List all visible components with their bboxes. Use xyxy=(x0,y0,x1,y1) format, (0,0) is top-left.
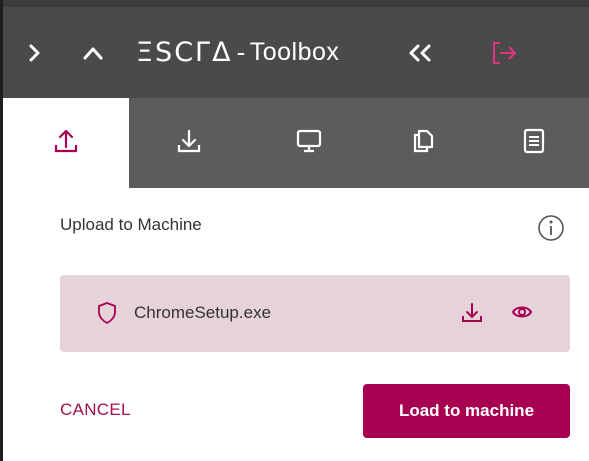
tab-upload[interactable] xyxy=(3,98,129,188)
upload-section-title: Upload to Machine xyxy=(60,215,202,234)
toolbox-title: ΞSCΓΔ - Toolbox xyxy=(136,7,339,98)
tab-logs[interactable] xyxy=(479,98,589,188)
shield-icon xyxy=(96,301,118,330)
toolbox-tabs xyxy=(3,98,589,188)
info-icon[interactable] xyxy=(536,213,566,248)
title-separator: - xyxy=(236,37,246,67)
escape-logo: ΞSCΓΔ xyxy=(136,37,233,68)
preview-eye-icon[interactable] xyxy=(511,303,533,326)
double-chevron-left-icon[interactable] xyxy=(405,7,435,98)
tab-download[interactable] xyxy=(129,98,249,188)
tab-clipboard[interactable] xyxy=(369,98,479,188)
toolbox-header: ΞSCΓΔ - Toolbox xyxy=(3,0,589,98)
toolbox-label: Toolbox xyxy=(249,38,340,66)
chevron-up-icon[interactable] xyxy=(78,7,108,98)
copy-icon xyxy=(410,127,438,160)
document-list-icon xyxy=(520,127,548,160)
cancel-button[interactable]: CANCEL xyxy=(60,400,131,420)
download-file-icon[interactable] xyxy=(460,301,484,330)
tab-machine[interactable] xyxy=(249,98,369,188)
monitor-icon xyxy=(295,127,323,160)
toolbox-panel: ΞSCΓΔ - Toolbox Upload to Machine Chrome… xyxy=(3,0,589,461)
download-icon xyxy=(175,127,203,160)
file-name: ChromeSetup.exe xyxy=(134,303,272,322)
logout-icon[interactable] xyxy=(487,7,523,98)
chevron-right-icon[interactable] xyxy=(23,7,47,98)
load-to-machine-button[interactable]: Load to machine xyxy=(363,384,570,438)
file-item: ChromeSetup.exe xyxy=(60,275,570,352)
upload-icon xyxy=(52,127,80,160)
